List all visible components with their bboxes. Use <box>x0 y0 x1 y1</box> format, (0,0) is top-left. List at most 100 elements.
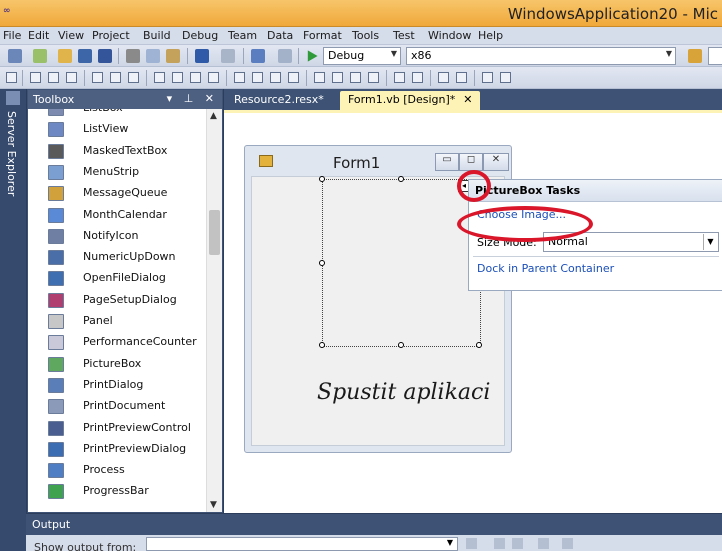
resize-handle[interactable] <box>476 342 482 348</box>
resize-handle[interactable] <box>398 342 404 348</box>
toolbox-item[interactable]: PageSetupDialog <box>28 290 208 311</box>
clear-all-icon[interactable] <box>538 538 549 549</box>
menu-window[interactable]: Window <box>428 29 471 42</box>
align-rights-icon[interactable] <box>66 72 77 83</box>
toolbox-item[interactable]: PrintDialog <box>28 375 208 396</box>
center-horizontally-icon[interactable] <box>394 72 405 83</box>
copy-icon[interactable] <box>146 49 160 63</box>
horizontal-spacing-equal-icon[interactable] <box>234 72 245 83</box>
menu-edit[interactable]: Edit <box>28 29 49 42</box>
start-debugging-icon[interactable] <box>307 50 318 62</box>
find-in-files-icon[interactable] <box>688 49 702 63</box>
solution-configuration-select[interactable]: Debug ▼ <box>323 47 401 65</box>
align-tops-icon[interactable] <box>92 72 103 83</box>
show-output-select[interactable]: ▼ <box>146 537 458 551</box>
toolbox-item[interactable]: MonthCalendar <box>28 205 208 226</box>
menu-file[interactable]: File <box>3 29 21 42</box>
design-surface[interactable]: Form1 ▭ ◻ ✕ Spustit aplikaci ◂ PictureBo… <box>224 113 722 513</box>
send-to-back-icon[interactable] <box>456 72 467 83</box>
toolbox-window-buttons[interactable]: ▾ ⊥ ✕ <box>167 92 218 105</box>
find-input[interactable] <box>708 47 722 65</box>
toolbox-item[interactable]: PrintPreviewDialog <box>28 439 208 460</box>
previous-message-icon[interactable] <box>494 538 505 549</box>
solution-platform-select[interactable]: x86 ▼ <box>406 47 676 65</box>
toolbox-item[interactable]: PerformanceCounter <box>28 332 208 353</box>
menu-project[interactable]: Project <box>92 29 130 42</box>
next-message-icon[interactable] <box>512 538 523 549</box>
toolbox-item[interactable]: ProgressBar <box>28 481 208 502</box>
scroll-down-icon[interactable]: ▼ <box>210 500 217 510</box>
resize-handle[interactable] <box>319 260 325 266</box>
align-to-grid-icon[interactable] <box>6 72 17 83</box>
bring-to-front-icon[interactable] <box>438 72 449 83</box>
redo-icon[interactable] <box>221 49 235 63</box>
menu-data[interactable]: Data <box>267 29 293 42</box>
server-explorer-icon[interactable] <box>6 91 20 105</box>
menu-view[interactable]: View <box>58 29 84 42</box>
menu-build[interactable]: Build <box>143 29 171 42</box>
menu-debug[interactable]: Debug <box>182 29 218 42</box>
chevron-down-icon[interactable]: ▼ <box>447 538 453 547</box>
toolbox-item[interactable]: NumericUpDown <box>28 247 208 268</box>
size-to-grid-icon[interactable] <box>172 72 183 83</box>
toolbox-scrollbar[interactable]: ▲ ▼ <box>206 109 222 512</box>
picturebox-control[interactable] <box>319 176 482 348</box>
menu-format[interactable]: Format <box>303 29 342 42</box>
menu-team[interactable]: Team <box>228 29 257 42</box>
scroll-up-icon[interactable]: ▲ <box>210 111 217 121</box>
decrease-horizontal-spacing-icon[interactable] <box>270 72 281 83</box>
resize-handle[interactable] <box>398 176 404 182</box>
tab-order-icon[interactable] <box>482 72 493 83</box>
align-bottoms-icon[interactable] <box>128 72 139 83</box>
add-item-icon[interactable] <box>33 49 47 63</box>
dock-in-parent-link[interactable]: Dock in Parent Container <box>477 262 614 275</box>
open-file-icon[interactable] <box>58 49 72 63</box>
toolbox-item[interactable]: NotifyIcon <box>28 226 208 247</box>
menu-help[interactable]: Help <box>478 29 503 42</box>
menu-test[interactable]: Test <box>393 29 415 42</box>
remove-vertical-spacing-icon[interactable] <box>368 72 379 83</box>
align-centers-icon[interactable] <box>48 72 59 83</box>
toolbox-item[interactable]: MaskedTextBox <box>28 141 208 162</box>
word-wrap-icon[interactable] <box>562 538 573 549</box>
server-explorer-label[interactable]: Server Explorer <box>5 111 18 196</box>
toolbox-item[interactable]: PrintDocument <box>28 396 208 417</box>
remove-horizontal-spacing-icon[interactable] <box>288 72 299 83</box>
make-same-width-icon[interactable] <box>154 72 165 83</box>
increase-vertical-spacing-icon[interactable] <box>332 72 343 83</box>
toolbox-item[interactable]: OpenFileDialog <box>28 268 208 289</box>
toolbox-item[interactable]: MenuStrip <box>28 162 208 183</box>
navigate-backward-icon[interactable] <box>251 49 265 63</box>
increase-horizontal-spacing-icon[interactable] <box>252 72 263 83</box>
align-middles-icon[interactable] <box>110 72 121 83</box>
save-all-icon[interactable] <box>98 49 112 63</box>
resize-handle[interactable] <box>319 342 325 348</box>
align-lefts-icon[interactable] <box>30 72 41 83</box>
tab-resource2-resx[interactable]: Resource2.resx* <box>226 91 332 110</box>
toolbox-item[interactable]: PictureBox <box>28 354 208 375</box>
toolbox-item[interactable]: Process <box>28 460 208 481</box>
navigate-forward-icon[interactable] <box>278 49 292 63</box>
paste-icon[interactable] <box>166 49 180 63</box>
toolbox-item[interactable]: ListView <box>28 119 208 140</box>
launch-app-label[interactable]: Spustit aplikaci <box>317 380 490 405</box>
find-message-icon[interactable] <box>466 538 477 549</box>
cut-icon[interactable] <box>126 49 140 63</box>
undo-icon[interactable] <box>195 49 209 63</box>
toolbox-item[interactable]: PrintPreviewControl <box>28 418 208 439</box>
vertical-spacing-equal-icon[interactable] <box>314 72 325 83</box>
scroll-thumb[interactable] <box>209 210 220 255</box>
decrease-vertical-spacing-icon[interactable] <box>350 72 361 83</box>
server-explorer-strip[interactable]: Server Explorer <box>0 89 26 551</box>
resize-handle[interactable] <box>319 176 325 182</box>
center-vertically-icon[interactable] <box>412 72 423 83</box>
tab-form1-design[interactable]: Form1.vb [Design]* ✕ <box>340 91 481 110</box>
make-same-height-icon[interactable] <box>190 72 201 83</box>
toolbox-item[interactable]: MessageQueue <box>28 183 208 204</box>
toolbox-item[interactable]: Panel <box>28 311 208 332</box>
make-same-size-icon[interactable] <box>208 72 219 83</box>
toolbox-item[interactable]: ListBox <box>28 109 208 119</box>
menu-tools[interactable]: Tools <box>352 29 379 42</box>
save-icon[interactable] <box>78 49 92 63</box>
close-icon[interactable]: ✕ <box>463 93 472 106</box>
